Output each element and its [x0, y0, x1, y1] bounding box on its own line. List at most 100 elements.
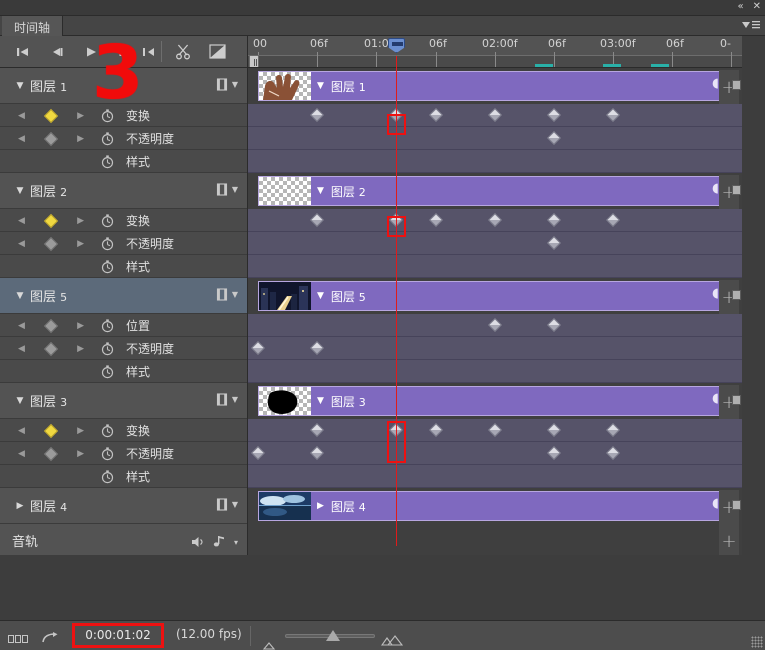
next-keyframe-icon[interactable]: ▶ — [77, 111, 84, 121]
transition-icon[interactable] — [200, 36, 234, 67]
keyframe[interactable] — [428, 107, 444, 123]
keyframe[interactable] — [605, 107, 621, 123]
property-row-不透明度[interactable]: ◀ ▶ 不透明度 — [0, 127, 247, 150]
frames-icon[interactable] — [8, 629, 30, 648]
keyframe[interactable] — [546, 445, 562, 461]
layer-options-button[interactable]: ▼ — [216, 498, 238, 511]
keyframe-toggle[interactable] — [43, 213, 59, 228]
layer-expand-toggle[interactable]: ▼ — [10, 81, 30, 91]
stopwatch-icon[interactable] — [100, 446, 115, 461]
property-row-不透明度[interactable]: ◀ ▶ 不透明度 — [0, 232, 247, 255]
keyframe[interactable] — [250, 340, 266, 356]
keyframe[interactable] — [309, 212, 325, 228]
keyframe-toggle[interactable] — [43, 341, 59, 356]
property-row-变换[interactable]: ◀ ▶ 变换 — [0, 104, 247, 127]
keyframe[interactable] — [605, 445, 621, 461]
keyframe-lane-样式[interactable] — [248, 255, 742, 278]
keyframe[interactable] — [605, 212, 621, 228]
keyframe-toggle[interactable] — [43, 423, 59, 438]
stopwatch-icon[interactable] — [100, 318, 115, 333]
next-keyframe-icon[interactable]: ▶ — [77, 344, 84, 354]
keyframe-toggle[interactable] — [43, 236, 59, 251]
keyframe[interactable] — [487, 212, 503, 228]
previous-keyframe-icon[interactable]: ◀ — [18, 426, 25, 436]
keyframe[interactable] — [309, 107, 325, 123]
layer-options-button[interactable]: ▼ — [216, 393, 238, 406]
keyframe-lane-不透明度[interactable] — [248, 337, 742, 360]
next-keyframe-icon[interactable]: ▶ — [77, 449, 84, 459]
property-row-不透明度[interactable]: ◀ ▶ 不透明度 — [0, 442, 247, 465]
chevron-down-icon[interactable]: ▼ — [232, 290, 238, 299]
keyframe[interactable] — [309, 340, 325, 356]
previous-keyframe-icon[interactable]: ◀ — [18, 239, 25, 249]
close-icon[interactable]: ✕ — [753, 1, 761, 13]
first-frame-icon[interactable] — [6, 36, 40, 67]
property-row-变换[interactable]: ◀ ▶ 变换 — [0, 209, 247, 232]
next-keyframe-icon[interactable]: ▶ — [77, 239, 84, 249]
stopwatch-icon[interactable] — [100, 213, 115, 228]
keyframe-lane-不透明度[interactable] — [248, 232, 742, 255]
clip-end-marker[interactable]: ◖ — [712, 496, 719, 511]
stopwatch-icon[interactable] — [100, 469, 115, 484]
clip-expand-toggle[interactable]: ▼ — [317, 186, 324, 196]
stopwatch-icon[interactable] — [100, 131, 115, 146]
keyframe-lane-变换[interactable] — [248, 104, 742, 127]
stopwatch-icon[interactable] — [100, 236, 115, 251]
clip-end-marker[interactable]: ◖ — [712, 286, 719, 301]
previous-frame-icon[interactable] — [40, 36, 74, 67]
keyframe[interactable] — [487, 317, 503, 333]
vertical-scroll-nub[interactable] — [732, 395, 741, 405]
chevron-down-icon[interactable]: ▼ — [232, 185, 238, 194]
vertical-scroll-nub[interactable] — [732, 80, 741, 90]
keyframe[interactable] — [546, 107, 562, 123]
keyframe-lane-不透明度[interactable] — [248, 127, 742, 150]
layer-row-1[interactable]: ▼ 图层 1 ▼ — [0, 68, 247, 104]
collapse-icon[interactable]: « — [737, 1, 743, 13]
speaker-icon[interactable] — [191, 533, 205, 552]
previous-keyframe-icon[interactable]: ◀ — [18, 134, 25, 144]
clip-4[interactable]: ▶ 图层 4 ◖ — [258, 491, 722, 521]
keyframe-lane-位置[interactable] — [248, 314, 742, 337]
keyframe-lane-变换[interactable] — [248, 419, 742, 442]
clip-5[interactable]: ▼ 图层 5 ◖ — [258, 281, 722, 311]
chevron-down-icon[interactable]: ▼ — [232, 500, 238, 509]
previous-keyframe-icon[interactable]: ◀ — [18, 344, 25, 354]
keyframe-lane-样式[interactable] — [248, 150, 742, 173]
keyframe-toggle[interactable] — [43, 318, 59, 333]
layer-row-3[interactable]: ▼ 图层 3 ▼ — [0, 383, 247, 419]
keyframe[interactable] — [605, 422, 621, 438]
keyframe[interactable] — [309, 422, 325, 438]
clip-expand-toggle[interactable]: ▼ — [317, 81, 324, 91]
previous-keyframe-icon[interactable]: ◀ — [18, 216, 25, 226]
keyframe[interactable] — [428, 422, 444, 438]
next-keyframe-icon[interactable]: ▶ — [77, 134, 84, 144]
playhead-line[interactable] — [396, 56, 397, 546]
keyframe-lane-变换[interactable] — [248, 209, 742, 232]
property-row-样式[interactable]: 样式 — [0, 465, 247, 488]
vertical-scroll-nub[interactable] — [732, 500, 741, 510]
zoom-slider-knob[interactable] — [326, 630, 340, 641]
keyframe[interactable] — [309, 445, 325, 461]
stopwatch-icon[interactable] — [100, 259, 115, 274]
clip-end-marker[interactable]: ◖ — [712, 181, 719, 196]
previous-keyframe-icon[interactable]: ◀ — [18, 449, 25, 459]
layer-row-4[interactable]: ▶ 图层 4 ▼ — [0, 488, 247, 524]
keyframe[interactable] — [546, 235, 562, 251]
keyframe[interactable] — [487, 107, 503, 123]
audio-track-row[interactable]: 音轨 ▾ — [0, 524, 247, 555]
property-row-变换[interactable]: ◀ ▶ 变换 — [0, 419, 247, 442]
property-row-不透明度[interactable]: ◀ ▶ 不透明度 — [0, 337, 247, 360]
next-keyframe-icon[interactable]: ▶ — [77, 321, 84, 331]
keyframe[interactable] — [546, 130, 562, 146]
convert-to-frames-icon[interactable] — [42, 629, 58, 648]
keyframe-toggle[interactable] — [43, 446, 59, 461]
clip-end-marker[interactable]: ◖ — [712, 76, 719, 91]
keyframe[interactable] — [428, 212, 444, 228]
stopwatch-icon[interactable] — [100, 341, 115, 356]
next-keyframe-icon[interactable]: ▶ — [77, 426, 84, 436]
stopwatch-icon[interactable] — [100, 108, 115, 123]
previous-keyframe-icon[interactable]: ◀ — [18, 111, 25, 121]
chevron-down-icon[interactable]: ▾ — [234, 538, 238, 547]
chevron-down-icon[interactable]: ▼ — [232, 395, 238, 404]
keyframe-lane-不透明度[interactable] — [248, 442, 742, 465]
